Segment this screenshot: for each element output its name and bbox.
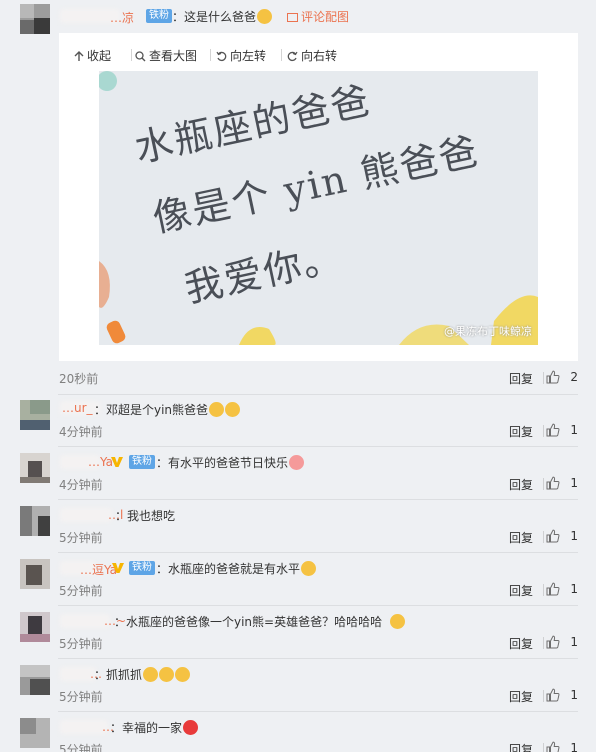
emoji-icon — [143, 667, 159, 682]
like-icon[interactable] — [546, 688, 560, 702]
comment-time: 4分钟前 — [59, 478, 103, 492]
comment-time: 5分钟前 — [59, 743, 103, 752]
comment-time: 4分钟前 — [59, 425, 103, 439]
reply-button[interactable]: 回复 — [509, 688, 533, 705]
like-count: 1 — [570, 582, 578, 596]
reply-button[interactable]: 回复 — [509, 582, 533, 599]
top-comment-meta: 20秒前 回复 2 — [0, 370, 596, 386]
avatar[interactable] — [20, 718, 50, 748]
comment-text: ：幸福的一家 — [110, 719, 199, 736]
emoji-icon — [390, 614, 406, 629]
commenter-name[interactable]: …凉 — [110, 9, 134, 26]
emoji-icon — [175, 667, 191, 682]
fans-badge: 铁粉 — [146, 9, 172, 23]
comment-time: 5分钟前 — [59, 584, 103, 598]
comment-row: …~ ：水瓶座的爸爸像一个yin熊=英雄爸爸？哈哈哈哈 5分钟前 回复 1 — [0, 610, 596, 658]
emoji-icon — [159, 667, 175, 682]
comment-row: …l ：我也想吃 5分钟前 回复 1 — [0, 504, 596, 552]
comment-row: …逗Ya 铁粉 ：水瓶座的爸爸就是有水平 5分钟前 回复 1 — [0, 557, 596, 605]
reply-button[interactable]: 回复 — [509, 476, 533, 493]
vip-badge-icon — [112, 563, 124, 573]
comment-text: ：邓超是个yin熊爸爸 — [94, 401, 241, 418]
emoji-icon — [225, 402, 241, 417]
avatar[interactable] — [20, 453, 50, 483]
comment-photo[interactable]: 水瓶座的爸爸 像是个 yin 熊爸爸 我爱你。 @果冻布丁味鲸凉 — [99, 71, 538, 345]
emoji-icon — [289, 455, 305, 470]
like-icon[interactable] — [546, 370, 560, 384]
heart-emoji-icon — [183, 720, 199, 735]
reply-button[interactable]: 回复 — [509, 529, 533, 546]
comment-text: ：有水平的爸爸节日快乐 — [156, 454, 305, 471]
like-icon[interactable] — [546, 582, 560, 596]
like-icon[interactable] — [546, 476, 560, 490]
comment-row: …Ya 铁粉 ：有水平的爸爸节日快乐 4分钟前 回复 1 — [0, 451, 596, 499]
comment-time: 5分钟前 — [59, 637, 103, 651]
avatar[interactable] — [20, 612, 50, 642]
rotate-right-icon — [287, 51, 298, 62]
avatar[interactable] — [20, 665, 50, 695]
comment-text: ：抓抓抓 — [94, 666, 191, 683]
like-icon[interactable] — [546, 741, 560, 752]
collapse-icon — [74, 51, 84, 61]
avatar[interactable] — [20, 559, 50, 589]
avatar[interactable] — [20, 4, 50, 34]
photo-watermark: @果冻布丁味鲸凉 — [444, 325, 532, 338]
avatar[interactable] — [20, 506, 50, 536]
search-icon — [135, 51, 146, 62]
comment-text: ：我也想吃 — [115, 509, 176, 523]
like-count: 1 — [570, 476, 578, 490]
reply-button[interactable]: 回复 — [509, 423, 533, 440]
rotate-right-button[interactable]: 向右转 — [287, 47, 337, 64]
avatar[interactable] — [20, 400, 50, 430]
comment-image-link[interactable]: 评论配图 — [287, 8, 349, 25]
fans-badge: 铁粉 — [129, 561, 155, 575]
reply-button[interactable]: 回复 — [509, 741, 533, 752]
comment-row: … ：幸福的一家 5分钟前 回复 1 — [0, 716, 596, 752]
like-count: 1 — [570, 688, 578, 702]
comment-text: ：这是什么爸爸 — [172, 8, 273, 25]
rotate-left-button[interactable]: 向左转 — [216, 47, 266, 64]
like-count: 2 — [570, 370, 578, 384]
like-icon[interactable] — [546, 529, 560, 543]
fans-badge: 铁粉 — [129, 455, 155, 469]
like-count: 1 — [570, 741, 578, 752]
like-count: 1 — [570, 635, 578, 649]
image-viewer: 收起 查看大图 向左转 向右转 水瓶座的爸爸 像是个 yin 熊爸爸 我爱你。 … — [59, 33, 578, 361]
like-icon[interactable] — [546, 423, 560, 437]
top-comment: …凉 铁粉 ：这是什么爸爸 评论配图 — [0, 0, 596, 34]
like-count: 1 — [570, 423, 578, 437]
collapse-button[interactable]: 收起 — [74, 47, 111, 64]
rotate-left-icon — [216, 51, 227, 62]
commenter-name[interactable]: …Ya — [88, 455, 113, 469]
comment-text: ：水瓶座的爸爸像一个yin熊=英雄爸爸？哈哈哈哈 — [114, 613, 406, 630]
comment-time: 5分钟前 — [59, 531, 103, 545]
emoji-icon — [301, 561, 317, 576]
reply-button[interactable]: 回复 — [509, 370, 533, 387]
comment-text: ：水瓶座的爸爸就是有水平 — [156, 560, 317, 577]
view-large-button[interactable]: 查看大图 — [135, 47, 197, 64]
image-icon — [287, 13, 298, 22]
comment-time: 20秒前 — [59, 372, 99, 386]
like-count: 1 — [570, 529, 578, 543]
comment-row: … ：抓抓抓 5分钟前 回复 1 — [0, 663, 596, 711]
commenter-name[interactable]: …ur_ — [62, 401, 93, 415]
emoji-icon — [257, 9, 273, 24]
comment-time: 5分钟前 — [59, 690, 103, 704]
emoji-icon — [209, 402, 225, 417]
vip-badge-icon — [111, 457, 123, 467]
comment-row: …ur_ ：邓超是个yin熊爸爸 4分钟前 回复 1 — [0, 398, 596, 446]
reply-button[interactable]: 回复 — [509, 635, 533, 652]
like-icon[interactable] — [546, 635, 560, 649]
